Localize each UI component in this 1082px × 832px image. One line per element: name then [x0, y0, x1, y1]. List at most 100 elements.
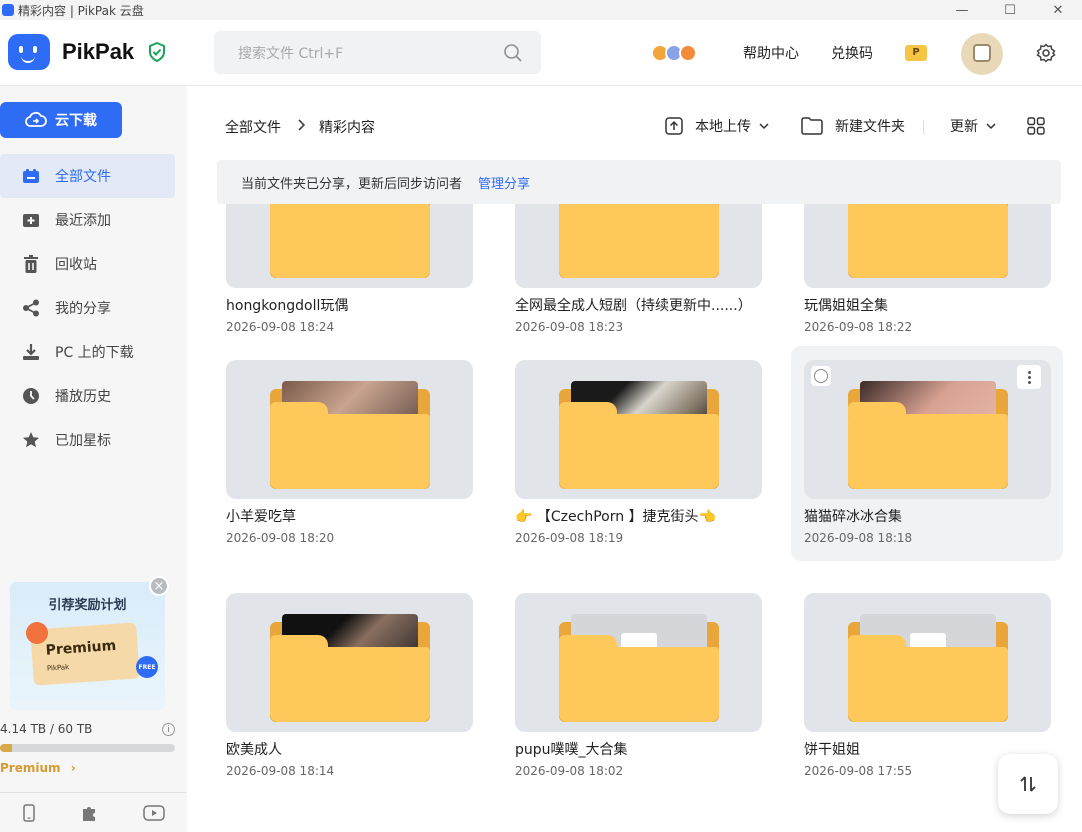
search-placeholder: 搜索文件 Ctrl+F [238, 45, 344, 62]
folder-card[interactable]: 玩偶姐姐全集 2026-09-08 18:22 [795, 204, 1066, 352]
coin-badges[interactable] [651, 20, 697, 86]
folder-icon [270, 635, 430, 722]
promo-card-label: Premium [45, 637, 117, 659]
folder-thumbnail [226, 204, 473, 288]
folder-thumbnail [515, 204, 762, 288]
folder-thumbnail [804, 593, 1051, 732]
search-input[interactable]: 搜索文件 Ctrl+F [214, 31, 541, 74]
folder-card[interactable]: 全网最全成人短剧（持续更新中......） 2026-09-08 18:23 [506, 204, 777, 352]
file-name: 全网最全成人短剧（持续更新中......） [515, 298, 752, 314]
folder-icon [848, 402, 1008, 489]
sidebar-item-label: 已加星标 [55, 433, 111, 449]
grid-view-button[interactable] [1027, 112, 1057, 140]
logo[interactable]: PikPak [8, 34, 166, 70]
main-content: 全部文件 精彩内容 本地上传 新建文件夹 更新 当前文件夹已分享，更新后同步访问… [187, 86, 1082, 832]
new-folder-label: 新建文件夹 [835, 119, 905, 135]
folder-icon [559, 204, 719, 278]
gear-icon [1036, 43, 1056, 63]
shield-check-icon[interactable] [148, 42, 166, 62]
sidebar-nav: 全部文件 最近添加 回收站 我的分享 PC 上的下载 播放历史 已加星标 [0, 154, 187, 462]
file-name: 小羊爱吃草 [226, 509, 296, 525]
promo-card-brand: PikPak [46, 663, 70, 673]
sidebar-item-pc-downloads[interactable]: PC 上的下载 [0, 330, 175, 374]
folder-card-hovered[interactable]: 猫猫碎冰冰合集 2026-09-08 18:18 [791, 346, 1063, 561]
search-icon[interactable] [503, 43, 523, 63]
new-folder-button[interactable]: 新建文件夹 [801, 112, 905, 140]
puzzle-icon[interactable] [80, 804, 98, 822]
referral-promo-banner[interactable]: 引荐奖励计划 Premium PikPak FREE [10, 582, 165, 710]
trash-icon [22, 255, 40, 273]
folder-thumbnail [515, 593, 762, 732]
more-options-icon[interactable] [1017, 365, 1041, 389]
file-date: 2026-09-08 18:20 [226, 531, 335, 545]
brand-name: PikPak [62, 39, 135, 64]
folder-icon [559, 402, 719, 489]
premium-link[interactable]: Premium › [0, 761, 76, 775]
redeem-code-link[interactable]: 兑换码 [831, 20, 873, 86]
avatar-robot-icon [973, 44, 991, 62]
add-folder-icon [22, 211, 40, 229]
folder-icon [270, 402, 430, 489]
message-icon [679, 44, 697, 62]
cloud-link-icon [25, 111, 47, 127]
folder-card[interactable]: 小羊爱吃草 2026-09-08 18:20 [217, 348, 488, 563]
close-icon[interactable]: × [149, 576, 169, 596]
folder-card[interactable]: hongkongdoll玩偶 2026-09-08 18:24 [217, 204, 488, 352]
file-name: 饼干姐姐 [804, 742, 860, 758]
file-date: 2026-09-08 18:22 [804, 320, 913, 334]
sidebar-item-play-history[interactable]: 播放历史 [0, 374, 175, 418]
phone-icon[interactable] [22, 803, 36, 822]
file-date: 2026-09-08 18:24 [226, 320, 335, 334]
avatar[interactable] [961, 33, 1003, 75]
sidebar-item-recent[interactable]: 最近添加 [0, 198, 175, 242]
sidebar-item-label: 最近添加 [55, 213, 111, 229]
folder-card[interactable]: 欧美成人 2026-09-08 18:14 [217, 581, 488, 796]
sidebar-item-trash[interactable]: 回收站 [0, 242, 175, 286]
storage-usage: 4.14 TB / 60 TB i [0, 722, 175, 736]
folder-thumbnail [226, 360, 473, 499]
video-icon[interactable] [143, 804, 165, 822]
close-window-button[interactable]: ✕ [1034, 0, 1082, 20]
sidebar-footer [0, 792, 187, 832]
scroll-toggle-button[interactable] [998, 754, 1058, 814]
manage-share-link[interactable]: 管理分享 [478, 173, 530, 192]
upload-button[interactable]: 本地上传 [665, 112, 769, 140]
folder-icon [270, 204, 430, 278]
file-name: 猫猫碎冰冰合集 [804, 509, 902, 525]
minimize-button[interactable]: — [938, 0, 986, 20]
app-header: PikPak 搜索文件 Ctrl+F 帮助中心 兑换码 P [0, 20, 1082, 86]
folder-thumbnail [226, 593, 473, 732]
premium-link-label: Premium [0, 761, 61, 775]
promo-title: 引荐奖励计划 [48, 598, 127, 613]
sidebar-item-label: 全部文件 [55, 169, 111, 185]
sidebar-item-label: 我的分享 [55, 301, 111, 317]
info-icon[interactable]: i [162, 723, 175, 736]
sort-dropdown[interactable]: 更新 [950, 112, 996, 140]
cloud-download-button[interactable]: 云下载 [0, 102, 122, 138]
settings-button[interactable] [1036, 20, 1056, 86]
storage-progress-fill [0, 744, 13, 752]
sort-label: 更新 [950, 119, 978, 135]
sidebar-item-all-files[interactable]: 全部文件 [0, 154, 175, 198]
chevron-right-icon: › [70, 761, 76, 775]
premium-p-icon[interactable]: P [905, 20, 927, 86]
download-icon [22, 343, 40, 361]
folder-card[interactable]: pupu噗噗_大合集 2026-09-08 18:02 [506, 581, 777, 796]
file-date: 2026-09-08 17:55 [804, 764, 913, 778]
file-date: 2026-09-08 18:23 [515, 320, 624, 334]
sidebar-item-starred[interactable]: 已加星标 [0, 418, 175, 462]
new-folder-icon [801, 117, 823, 135]
history-icon [22, 387, 40, 405]
file-name: 玩偶姐姐全集 [804, 298, 888, 314]
folder-card[interactable]: 👉 【CzechPorn 】捷克街头👈 2026-09-08 18:19 [506, 348, 777, 563]
chevron-down-icon [986, 123, 996, 130]
help-center-link[interactable]: 帮助中心 [743, 20, 799, 86]
file-date: 2026-09-08 18:18 [804, 531, 913, 545]
folder-icon [848, 635, 1008, 722]
file-name: 👉 【CzechPorn 】捷克街头👈 [515, 509, 716, 525]
breadcrumb-root[interactable]: 全部文件 [225, 117, 281, 137]
select-checkbox[interactable] [811, 366, 831, 386]
maximize-button[interactable]: ☐ [986, 0, 1034, 20]
sidebar-item-my-shares[interactable]: 我的分享 [0, 286, 175, 330]
gift-badge-icon [26, 622, 48, 644]
